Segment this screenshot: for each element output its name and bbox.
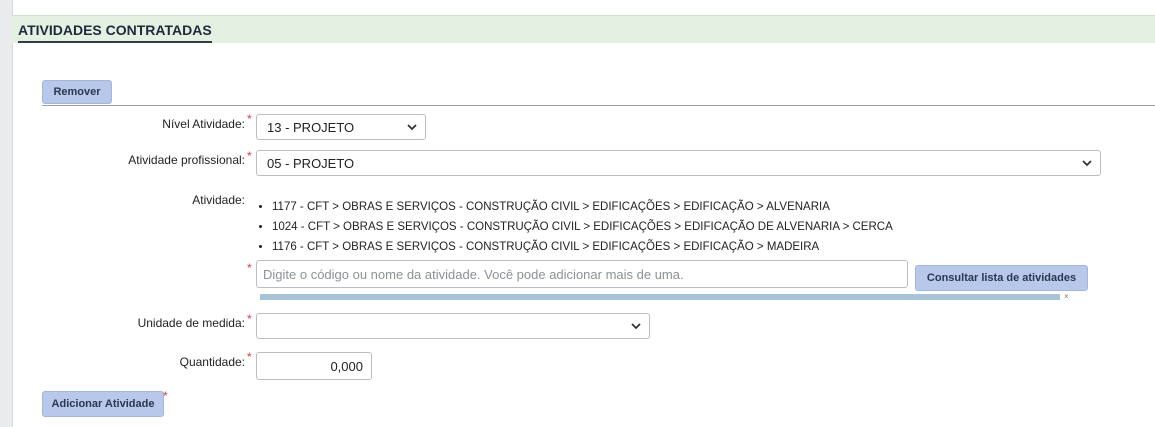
activity-search-input[interactable]: Digite o código ou nome da atividade. Vo… xyxy=(256,260,908,288)
close-icon[interactable]: × xyxy=(1064,292,1069,301)
required-marker: * xyxy=(247,312,252,326)
chevron-down-icon xyxy=(631,323,641,330)
quantidade-input[interactable]: 0,000 xyxy=(256,352,372,380)
list-item: 1024 - CFT > OBRAS E SERVIÇOS - CONSTRUÇ… xyxy=(272,217,893,237)
quantidade-value: 0,000 xyxy=(330,358,363,374)
atividade-profissional-label: Atividade profissional: xyxy=(128,153,245,167)
divider xyxy=(42,105,1155,106)
add-activity-label: Adicionar Atividade xyxy=(51,398,155,410)
unidade-medida-label: Unidade de medida: xyxy=(137,316,245,330)
required-marker: * xyxy=(247,350,252,364)
chevron-down-icon xyxy=(407,124,417,131)
required-marker: * xyxy=(247,149,252,163)
nivel-atividade-label: Nível Atividade: xyxy=(162,117,245,131)
activity-search-placeholder: Digite o código ou nome da atividade. Vo… xyxy=(263,266,684,282)
unidade-medida-select[interactable] xyxy=(256,313,650,339)
consult-activities-button[interactable]: Consultar lista de atividades xyxy=(915,265,1088,291)
selected-activities-list: 1177 - CFT > OBRAS E SERVIÇOS - CONSTRUÇ… xyxy=(258,197,893,257)
section-title: ATIVIDADES CONTRATADAS xyxy=(18,22,212,43)
nivel-atividade-select[interactable]: 13 - PROJETO xyxy=(256,114,426,140)
list-item: 1177 - CFT > OBRAS E SERVIÇOS - CONSTRUÇ… xyxy=(272,197,893,217)
list-item: 1176 - CFT > OBRAS E SERVIÇOS - CONSTRUÇ… xyxy=(272,237,893,257)
atividade-profissional-value: 05 - PROJETO xyxy=(267,155,355,171)
autocomplete-bar xyxy=(260,294,1060,300)
nivel-atividade-value: 13 - PROJETO xyxy=(267,119,355,135)
chevron-down-icon xyxy=(1082,160,1092,167)
section-header: ATIVIDADES CONTRATADAS xyxy=(12,15,1155,43)
remove-button[interactable]: Remover xyxy=(42,80,112,104)
required-marker: * xyxy=(247,261,252,275)
required-marker: * xyxy=(247,112,252,126)
atividade-profissional-select[interactable]: 05 - PROJETO xyxy=(256,150,1101,176)
quantidade-label: Quantidade: xyxy=(179,355,245,369)
add-activity-button[interactable]: Adicionar Atividade xyxy=(42,391,164,417)
required-marker: * xyxy=(163,389,168,403)
atividade-label: Atividade: xyxy=(192,193,245,207)
